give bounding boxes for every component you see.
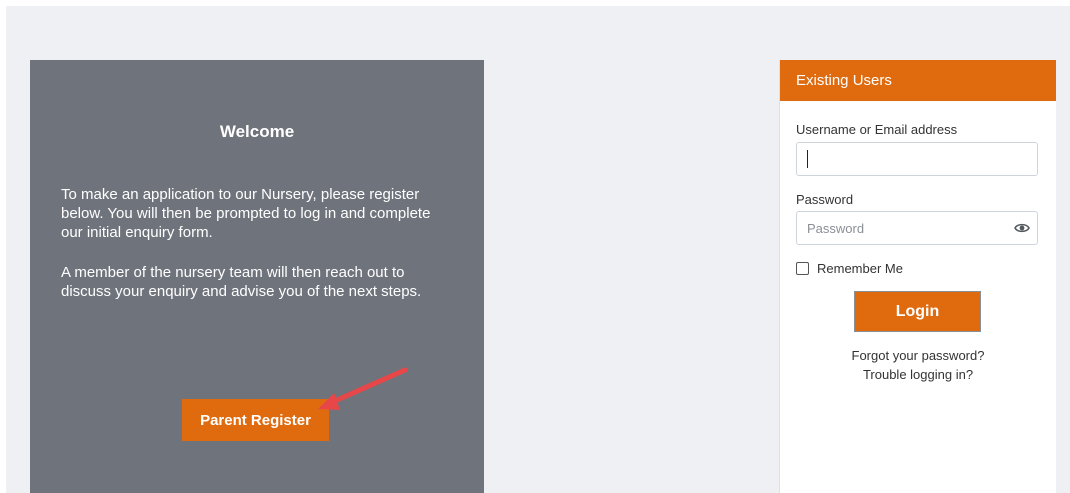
password-label: Password xyxy=(796,192,854,207)
login-button[interactable]: Login xyxy=(854,291,981,332)
password-input[interactable] xyxy=(796,211,1038,245)
eye-icon[interactable] xyxy=(1014,221,1030,235)
text-caret xyxy=(807,150,808,168)
welcome-paragraph-1: To make an application to our Nursery, p… xyxy=(61,186,431,241)
remember-me-label[interactable]: Remember Me xyxy=(817,261,903,276)
login-panel: Existing Users Username or Email address… xyxy=(779,60,1056,493)
username-label: Username or Email address xyxy=(796,122,958,137)
remember-me-checkbox[interactable] xyxy=(796,261,809,275)
welcome-panel: Welcome To make an application to our Nu… xyxy=(30,60,484,493)
welcome-title: Welcome xyxy=(219,122,295,141)
login-panel-header: Existing Users xyxy=(780,60,1056,101)
trouble-logging-in-link[interactable]: Trouble logging in? xyxy=(780,367,1056,382)
arrow-annotation xyxy=(318,367,408,410)
remember-me-row[interactable]: Remember Me xyxy=(796,260,903,276)
welcome-paragraph-2: A member of the nursery team will then r… xyxy=(61,264,422,300)
username-input[interactable] xyxy=(796,142,1038,176)
forgot-password-link[interactable]: Forgot your password? xyxy=(780,348,1056,363)
